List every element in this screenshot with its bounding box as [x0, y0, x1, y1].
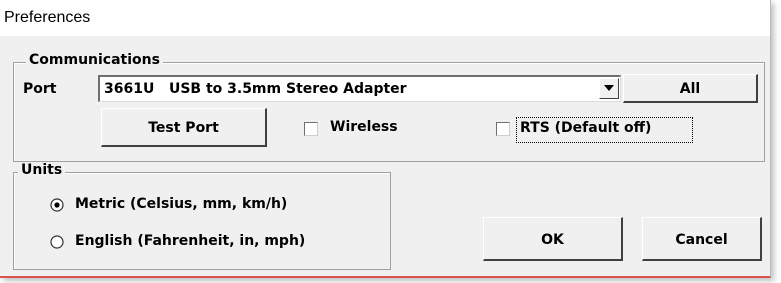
cancel-button[interactable]: Cancel [642, 217, 762, 261]
communications-group-label: Communications [26, 52, 163, 68]
preferences-dialog: Preferences Communications Port 3661U US… [0, 0, 771, 278]
port-dropdown-button[interactable] [599, 78, 619, 99]
test-port-button[interactable]: Test Port [101, 108, 267, 147]
english-label[interactable]: English (Fahrenheit, in, mph) [75, 233, 305, 249]
port-label: Port [23, 81, 57, 97]
all-button-label: All [679, 81, 701, 97]
title-bar: Preferences [0, 0, 770, 36]
port-select-value: 3661U USB to 3.5mm Stereo Adapter [104, 81, 407, 97]
ok-button[interactable]: OK [483, 217, 623, 261]
window-title: Preferences [4, 9, 91, 26]
english-radio[interactable] [50, 235, 64, 249]
cancel-button-label: Cancel [675, 232, 728, 248]
chevron-down-icon [604, 85, 614, 91]
ok-button-label: OK [541, 232, 564, 248]
units-group [13, 172, 391, 270]
all-button[interactable]: All [623, 74, 758, 103]
metric-label[interactable]: Metric (Celsius, mm, km/h) [75, 196, 287, 212]
metric-radio[interactable] [50, 198, 64, 212]
test-port-button-label: Test Port [148, 120, 219, 136]
units-group-label: Units [18, 162, 66, 178]
rts-checkbox[interactable] [496, 122, 510, 136]
wireless-checkbox[interactable] [304, 122, 318, 136]
port-select[interactable]: 3661U USB to 3.5mm Stereo Adapter [98, 75, 621, 102]
rts-label[interactable]: RTS (Default off) [520, 120, 651, 136]
wireless-label[interactable]: Wireless [330, 119, 398, 135]
